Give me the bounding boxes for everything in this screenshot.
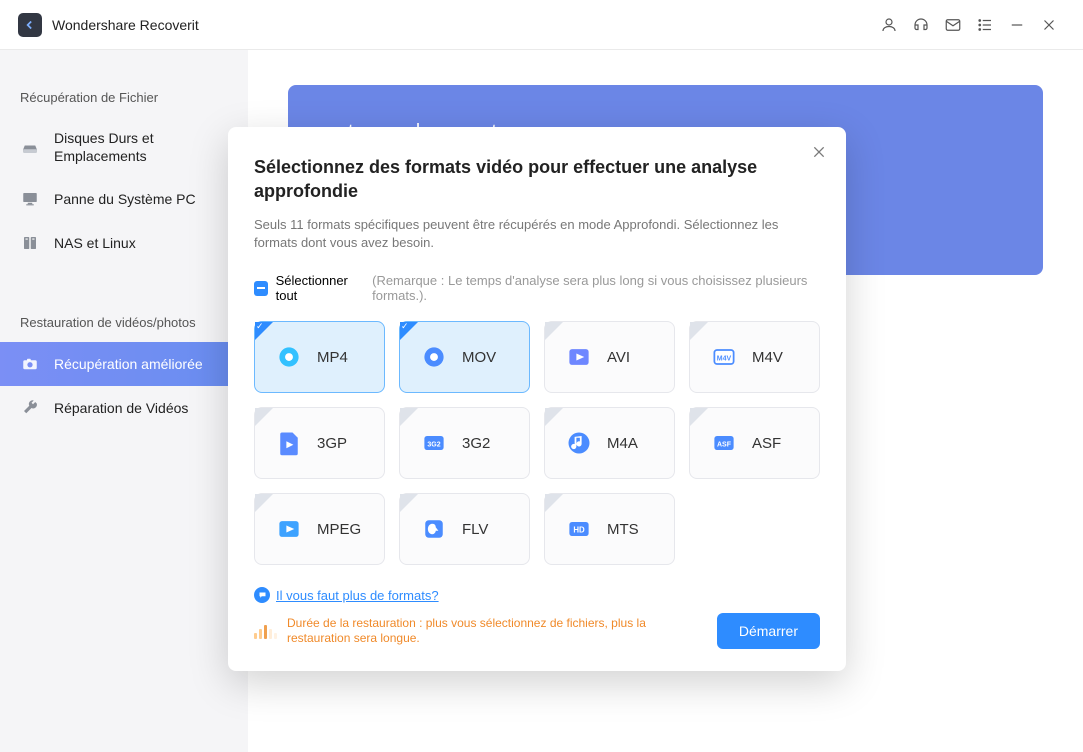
more-formats-link[interactable]: Il vous faut plus de formats? (254, 587, 820, 603)
format-option-mpeg[interactable]: MPEG (254, 493, 385, 565)
format-label: AVI (607, 349, 630, 366)
modal-title: Sélectionnez des formats vidéo pour effe… (254, 155, 790, 204)
select-all-label: Sélectionner tout (276, 273, 365, 303)
format-label: 3GP (317, 435, 347, 452)
format-icon (275, 429, 303, 457)
chat-icon (254, 587, 270, 603)
format-icon (420, 515, 448, 543)
format-grid: ✓MP4✓MOV AVI M4V M4V 3GP 3G2 3G2 M4A ASF ASF MPEG F… (254, 321, 820, 565)
close-icon[interactable] (808, 141, 830, 163)
format-label: M4V (752, 349, 783, 366)
format-label: FLV (462, 521, 488, 538)
start-button[interactable]: Démarrer (717, 613, 820, 649)
format-icon: ASF (710, 429, 738, 457)
select-all-row[interactable]: Sélectionner tout (Remarque : Le temps d… (254, 273, 820, 303)
duration-warning: Durée de la restauration : plus vous sél… (287, 616, 707, 647)
select-all-note: (Remarque : Le temps d'analyse sera plus… (372, 273, 820, 303)
svg-text:M4V: M4V (717, 356, 732, 363)
format-option-mov[interactable]: ✓MOV (399, 321, 530, 393)
format-icon: 3G2 (420, 429, 448, 457)
format-option-asf[interactable]: ASF ASF (689, 407, 820, 479)
format-option-3g2[interactable]: 3G2 3G2 (399, 407, 530, 479)
format-label: ASF (752, 435, 781, 452)
format-option-m4a[interactable]: M4A (544, 407, 675, 479)
modal-subtitle: Seuls 11 formats spécifiques peuvent êtr… (254, 216, 820, 254)
format-icon (275, 343, 303, 371)
format-icon: HD (565, 515, 593, 543)
format-icon: M4V (710, 343, 738, 371)
format-option-flv[interactable]: FLV (399, 493, 530, 565)
format-option-mts[interactable]: HD MTS (544, 493, 675, 565)
duration-bars-icon (254, 623, 277, 639)
format-label: MP4 (317, 349, 348, 366)
format-icon (275, 515, 303, 543)
svg-text:HD: HD (573, 526, 585, 535)
format-icon (420, 343, 448, 371)
format-label: MPEG (317, 521, 361, 538)
format-label: MOV (462, 349, 496, 366)
format-option-avi[interactable]: AVI (544, 321, 675, 393)
format-label: 3G2 (462, 435, 490, 452)
format-icon (565, 429, 593, 457)
format-option-3gp[interactable]: 3GP (254, 407, 385, 479)
svg-text:ASF: ASF (717, 442, 732, 449)
format-modal: Sélectionnez des formats vidéo pour effe… (228, 127, 846, 671)
format-icon (565, 343, 593, 371)
svg-text:3G2: 3G2 (427, 442, 440, 449)
select-all-checkbox[interactable] (254, 281, 268, 296)
format-label: MTS (607, 521, 639, 538)
format-label: M4A (607, 435, 638, 452)
more-formats-text[interactable]: Il vous faut plus de formats? (276, 588, 439, 603)
format-option-mp4[interactable]: ✓MP4 (254, 321, 385, 393)
format-option-m4v[interactable]: M4V M4V (689, 321, 820, 393)
